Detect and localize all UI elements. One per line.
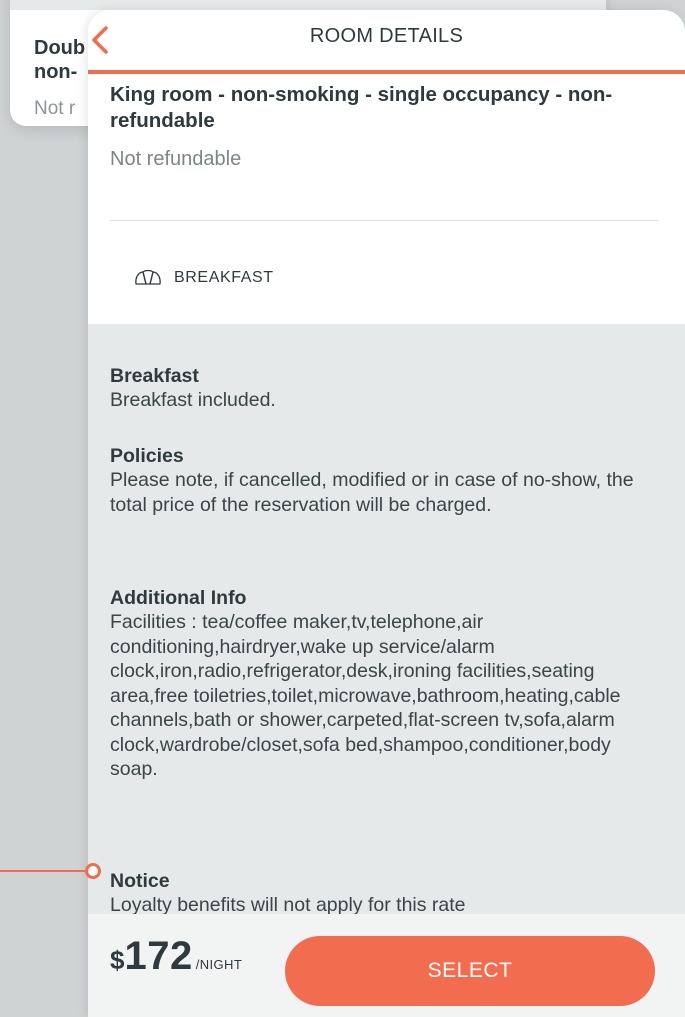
- price-per-night: $ 172 /NIGHT: [110, 934, 242, 984]
- policies-section: Policies Please note, if cancelled, modi…: [110, 444, 650, 517]
- section-heading: Breakfast: [110, 365, 199, 387]
- section-text: Please note, if cancelled, modified or i…: [110, 469, 634, 516]
- refund-status: Not refundable: [110, 148, 242, 170]
- rate-details: Breakfast Breakfast included. Policies P…: [88, 324, 685, 916]
- price-unit: /NIGHT: [195, 957, 243, 972]
- annotation-pointer-dot: [85, 863, 101, 879]
- notice-section: Notice Loyalty benefits will not apply f…: [110, 869, 650, 918]
- amenity-breakfast: BREAKFAST: [134, 268, 274, 288]
- section-heading: Additional Info: [110, 587, 247, 609]
- breakfast-section: Breakfast Breakfast included.: [110, 364, 650, 413]
- price-amount: 172: [124, 934, 193, 978]
- section-heading: Notice: [110, 870, 170, 892]
- room-details-modal: ROOM DETAILS King room - non-smoking - s…: [88, 10, 685, 1017]
- section-text: Breakfast included.: [110, 389, 276, 411]
- price-currency: $: [110, 945, 125, 975]
- croissant-icon: [135, 269, 161, 285]
- additional-info-section: Additional Info Facilities : tea/coffee …: [110, 586, 650, 782]
- modal-title: ROOM DETAILS: [309, 25, 464, 47]
- divider: [110, 220, 659, 221]
- select-button[interactable]: SELECT: [285, 936, 655, 1006]
- section-text: Facilities : tea/coffee maker,tv,telepho…: [110, 611, 621, 780]
- room-name: King room - non-smoking - single occupan…: [110, 83, 613, 132]
- section-heading: Policies: [110, 445, 184, 467]
- modal-header: ROOM DETAILS: [88, 10, 685, 74]
- room-summary: King room - non-smoking - single occupan…: [88, 74, 685, 324]
- background-card-image-strip: [10, 0, 606, 10]
- background-card-title: Doub non-: [34, 37, 86, 83]
- background-card-subtitle: Not r: [34, 98, 76, 119]
- booking-footer: $ 172 /NIGHT SELECT: [88, 914, 685, 1017]
- amenity-label: BREAKFAST: [174, 269, 274, 286]
- annotation-pointer-line: [0, 870, 88, 872]
